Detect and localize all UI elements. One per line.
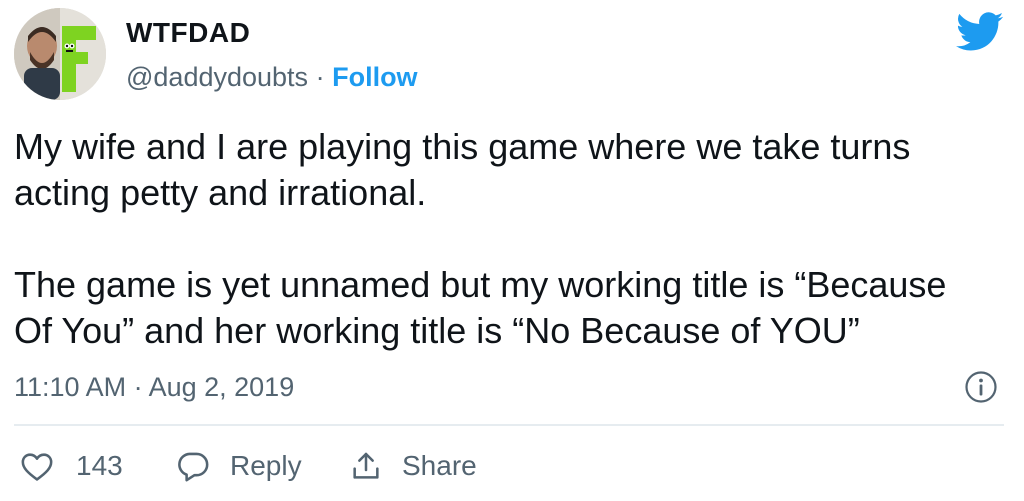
info-icon[interactable] xyxy=(964,370,998,404)
author-handle-row: @daddydoubts · Follow xyxy=(126,60,418,94)
author-info: WTFDAD @daddydoubts · Follow xyxy=(126,16,726,102)
follow-button[interactable]: Follow xyxy=(332,62,417,92)
timestamp-row: 11:10 AM · Aug 2, 2019 xyxy=(14,368,1004,408)
share-upload-icon xyxy=(350,450,382,482)
handle-separator: · xyxy=(315,62,325,92)
tweet-text: My wife and I are playing this game wher… xyxy=(14,126,947,351)
divider xyxy=(14,424,1004,426)
avatar-photo-icon xyxy=(14,8,106,100)
like-button[interactable]: 143 xyxy=(20,446,123,486)
reply-button[interactable]: Reply xyxy=(176,446,302,486)
share-button[interactable]: Share xyxy=(350,446,477,486)
like-count: 143 xyxy=(76,450,123,481)
action-bar: 143 Reply Share xyxy=(14,446,1004,490)
avatar-image xyxy=(14,8,106,100)
heart-icon xyxy=(20,450,54,482)
tweet-card: WTFDAD @daddydoubts · Follow My wife and… xyxy=(0,0,1024,501)
author-handle[interactable]: @daddydoubts xyxy=(126,62,308,92)
tweet-timestamp[interactable]: 11:10 AM · Aug 2, 2019 xyxy=(14,370,294,404)
tweet-header: WTFDAD @daddydoubts · Follow xyxy=(14,8,1004,103)
twitter-bird-icon[interactable] xyxy=(956,12,1004,52)
reply-label: Reply xyxy=(230,450,302,481)
share-label: Share xyxy=(402,450,477,481)
speech-bubble-icon xyxy=(176,450,210,482)
avatar[interactable] xyxy=(14,8,106,100)
author-display-name[interactable]: WTFDAD xyxy=(126,16,250,50)
